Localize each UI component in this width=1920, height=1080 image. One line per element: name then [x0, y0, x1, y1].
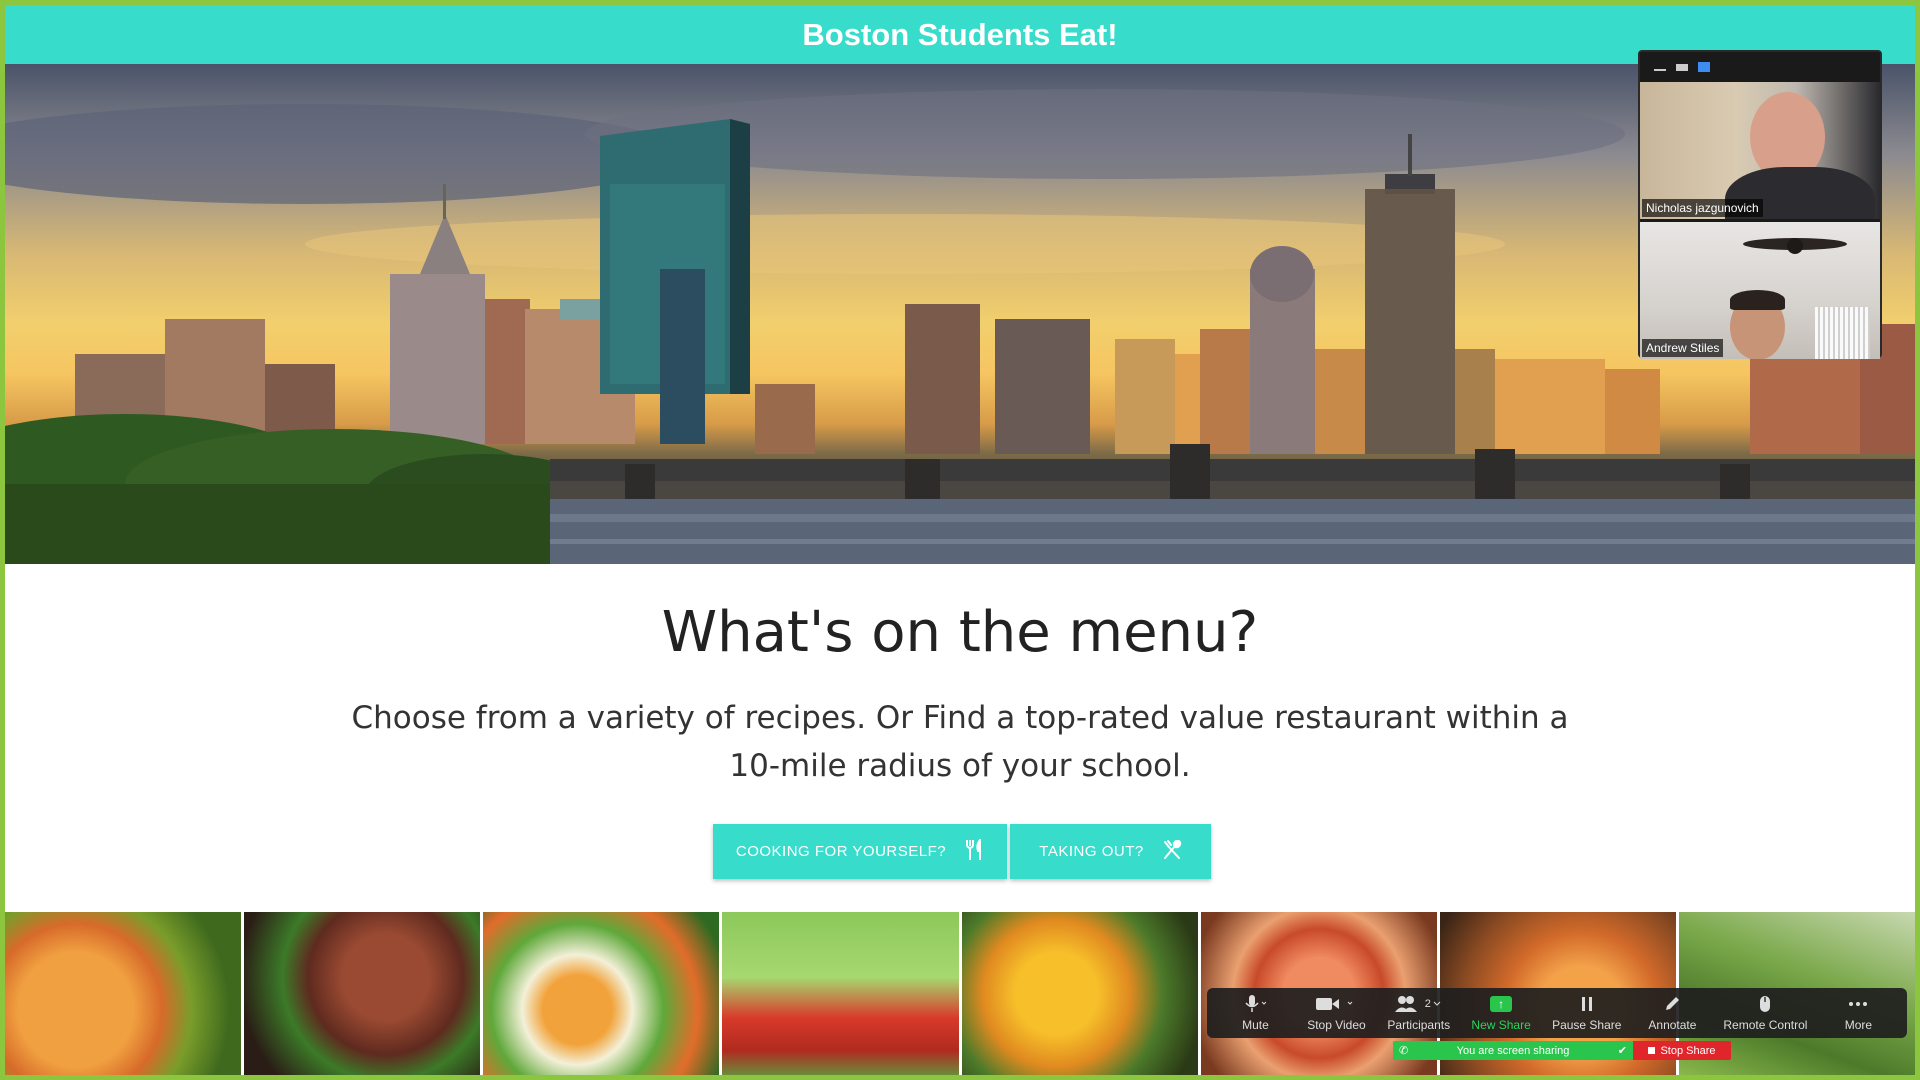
remote-control-label: Remote Control: [1723, 1017, 1808, 1032]
pause-icon: [1580, 995, 1594, 1013]
participant-hair: [1730, 290, 1785, 310]
screen-sharing-bar: ✆ You are screen sharing ✔ Stop Share: [1393, 1041, 1731, 1060]
page-title: What's on the menu?: [661, 600, 1259, 665]
zoom-video-panel[interactable]: Nicholas jazgunovich Andrew Stiles: [1638, 50, 1882, 359]
video-panel-controls: [1640, 52, 1880, 82]
participant-name: Nicholas jazgunovich: [1642, 199, 1763, 217]
new-share-button[interactable]: ↑ New Share: [1471, 995, 1531, 1032]
zoom-toolbar: Mute Stop Video 2 Participants ↑ New Sha…: [1207, 988, 1907, 1038]
stop-share-label: Stop Share: [1660, 1044, 1716, 1057]
gallery-view-icon[interactable]: [1698, 62, 1710, 72]
mute-button[interactable]: Mute: [1225, 994, 1285, 1032]
food-image-salad: [722, 912, 962, 1075]
fork-spoon-cross-icon: [1162, 839, 1182, 864]
hero-banner: [5, 64, 1915, 564]
shield-check-icon: ✔: [1617, 1045, 1627, 1057]
participants-button[interactable]: 2 Participants: [1387, 995, 1450, 1032]
food-image-peppers: [961, 912, 1201, 1075]
annotate-button[interactable]: Annotate: [1642, 995, 1702, 1032]
cooking-for-yourself-button[interactable]: COOKING FOR YOURSELF?: [713, 824, 1007, 879]
food-image-steak: [244, 912, 484, 1075]
page-description: Choose from a variety of recipes. Or Fin…: [351, 700, 1569, 784]
cooking-button-label: COOKING FOR YOURSELF?: [735, 843, 947, 860]
food-image-vegetables: [483, 912, 723, 1075]
participants-label: Participants: [1387, 1017, 1451, 1032]
video-tile[interactable]: Andrew Stiles: [1640, 222, 1880, 359]
share-arrow-icon: ↑: [1490, 995, 1513, 1012]
new-share-label: New Share: [1471, 1017, 1531, 1032]
pause-share-button[interactable]: Pause Share: [1552, 995, 1621, 1032]
main-content: What's on the menu? Choose from a variet…: [5, 564, 1915, 912]
more-button[interactable]: More: [1828, 995, 1888, 1032]
minimize-icon[interactable]: [1654, 69, 1666, 71]
food-image-salmon: [5, 912, 245, 1075]
stop-square-icon: [1648, 1047, 1656, 1054]
boston-skyline-image: [5, 89, 1915, 564]
site-header: Boston Students Eat!: [5, 5, 1915, 64]
window-blinds: [1815, 307, 1870, 359]
utensils-icon: [964, 836, 984, 865]
thumbnail-view-icon[interactable]: [1676, 63, 1688, 71]
stop-video-button[interactable]: Stop Video: [1306, 995, 1366, 1032]
stop-video-label: Stop Video: [1307, 1017, 1366, 1032]
pencil-icon: [1663, 995, 1681, 1013]
participant-name: Andrew Stiles: [1642, 339, 1724, 357]
microphone-icon: [1244, 994, 1267, 1013]
ceiling-fan-icon: [1740, 232, 1850, 262]
more-dots-icon: [1847, 995, 1869, 1013]
more-label: More: [1844, 1017, 1873, 1032]
video-tile[interactable]: Nicholas jazgunovich: [1640, 82, 1880, 219]
video-camera-icon: [1316, 995, 1356, 1013]
mouse-icon: [1758, 995, 1772, 1013]
site-title[interactable]: Boston Students Eat!: [802, 17, 1117, 53]
taking-out-button-label: TAKING OUT?: [1039, 843, 1144, 860]
remote-control-button[interactable]: Remote Control: [1723, 995, 1807, 1032]
taking-out-button[interactable]: TAKING OUT?: [1010, 824, 1211, 879]
annotate-label: Annotate: [1648, 1017, 1697, 1032]
pause-share-label: Pause Share: [1552, 1017, 1622, 1032]
screen-sharing-status[interactable]: ✆ You are screen sharing ✔: [1393, 1041, 1633, 1060]
stop-share-button[interactable]: Stop Share: [1633, 1041, 1731, 1060]
participants-icon: 2: [1394, 995, 1443, 1013]
mute-label: Mute: [1242, 1017, 1269, 1032]
phone-icon: ✆: [1399, 1045, 1409, 1057]
sharing-status-label: You are screen sharing: [1456, 1044, 1570, 1057]
